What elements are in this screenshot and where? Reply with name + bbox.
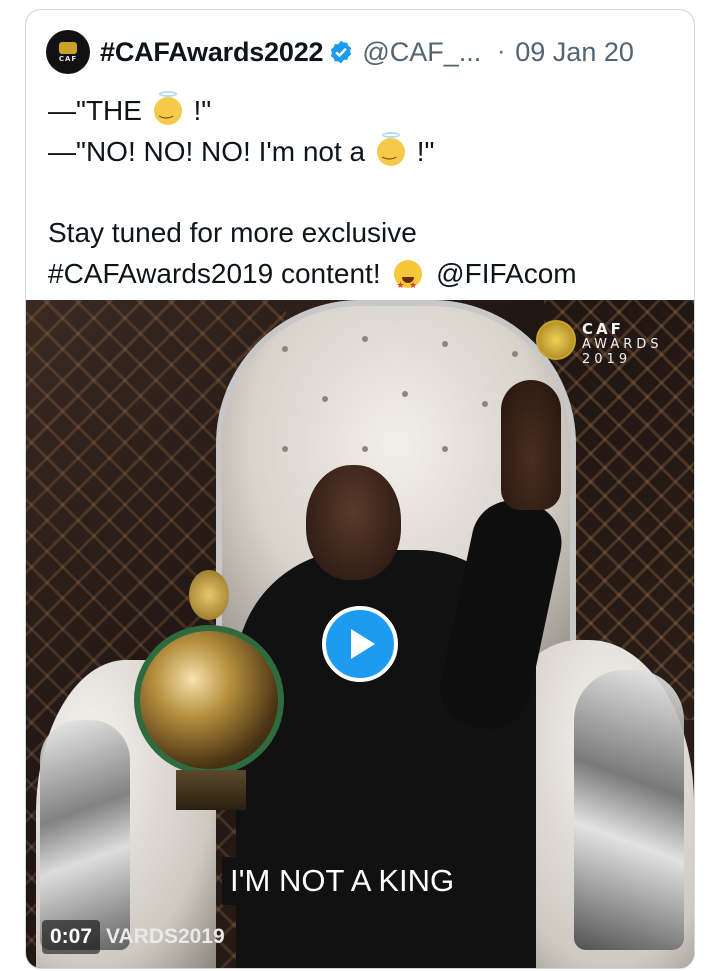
tuft (362, 336, 368, 342)
separator-dot: · (497, 38, 506, 65)
verified-badge-icon (331, 40, 352, 64)
line1-text-a: —"THE (48, 95, 142, 126)
video-caption: I'M NOT A KING (222, 857, 463, 905)
tuft (362, 446, 368, 452)
person-pointing-hand (501, 380, 561, 510)
tuft (282, 446, 288, 452)
line4-text: content! (280, 258, 381, 289)
angel-emoji-icon (376, 132, 405, 166)
play-button[interactable] (322, 606, 398, 682)
author-handle[interactable]: @CAF_... (362, 37, 481, 68)
line2-text-b: !" (416, 136, 435, 167)
silver-scroll-right (574, 670, 684, 950)
tuft (402, 391, 408, 397)
caf-awards-brand: CAF AWARDS 2019 (582, 320, 663, 368)
tweet-text: —"THE !" —"NO! NO! NO! I'm not a !" Stay… (48, 90, 678, 306)
tuft (322, 396, 328, 402)
hashtag-link[interactable]: #CAFAwards2019 (48, 258, 273, 289)
tuft (512, 351, 518, 357)
tuft (442, 446, 448, 452)
tweet-date[interactable]: 09 Jan 20 (515, 37, 634, 68)
line1-text-b: !" (193, 95, 212, 126)
tweet-header: CAF #CAFAwards2022 @CAF_... · 09 Jan 20 (46, 30, 682, 74)
author-name[interactable]: #CAFAwards2022 (100, 37, 324, 68)
angel-emoji-icon (153, 91, 182, 125)
brand-line-3: 2019 (582, 352, 632, 367)
tuft (482, 401, 488, 407)
caf-logo-icon (59, 41, 77, 54)
tweet-line-1: —"THE !" (48, 90, 678, 131)
tweet-line-4: #CAFAwards2019 content! @FIFAcom (48, 253, 678, 306)
trophy-base (176, 770, 246, 810)
line2-text-a: —"NO! NO! NO! I'm not a (48, 136, 366, 167)
play-icon (351, 629, 375, 659)
avatar-text: CAF (58, 54, 78, 63)
tuft (442, 341, 448, 347)
person-head (306, 465, 401, 580)
trophy-top (189, 570, 229, 620)
author-avatar[interactable]: CAF (46, 30, 90, 74)
brand-line-2: AWARDS (582, 337, 663, 352)
star-struck-emoji-icon (394, 260, 423, 306)
brand-line-1: CAF (582, 320, 624, 338)
video-timer: 0:07 (42, 920, 101, 954)
video-player[interactable]: CAF AWARDS 2019 I'M NOT A KING VARDS2019… (26, 300, 694, 968)
trophy-ball (134, 625, 284, 775)
tweet-card[interactable]: CAF #CAFAwards2022 @CAF_... · 09 Jan 20 … (25, 9, 695, 969)
tuft (282, 346, 288, 352)
mention-link[interactable]: @FIFAcom (436, 258, 576, 289)
caf-awards-logo-icon (536, 320, 576, 360)
tweet-line-2: —"NO! NO! NO! I'm not a !" (48, 131, 678, 172)
tweet-line-3: Stay tuned for more exclusive (48, 217, 417, 248)
video-overlay-tag: VARDS2019 (106, 925, 225, 948)
silver-scroll-left (40, 720, 130, 950)
